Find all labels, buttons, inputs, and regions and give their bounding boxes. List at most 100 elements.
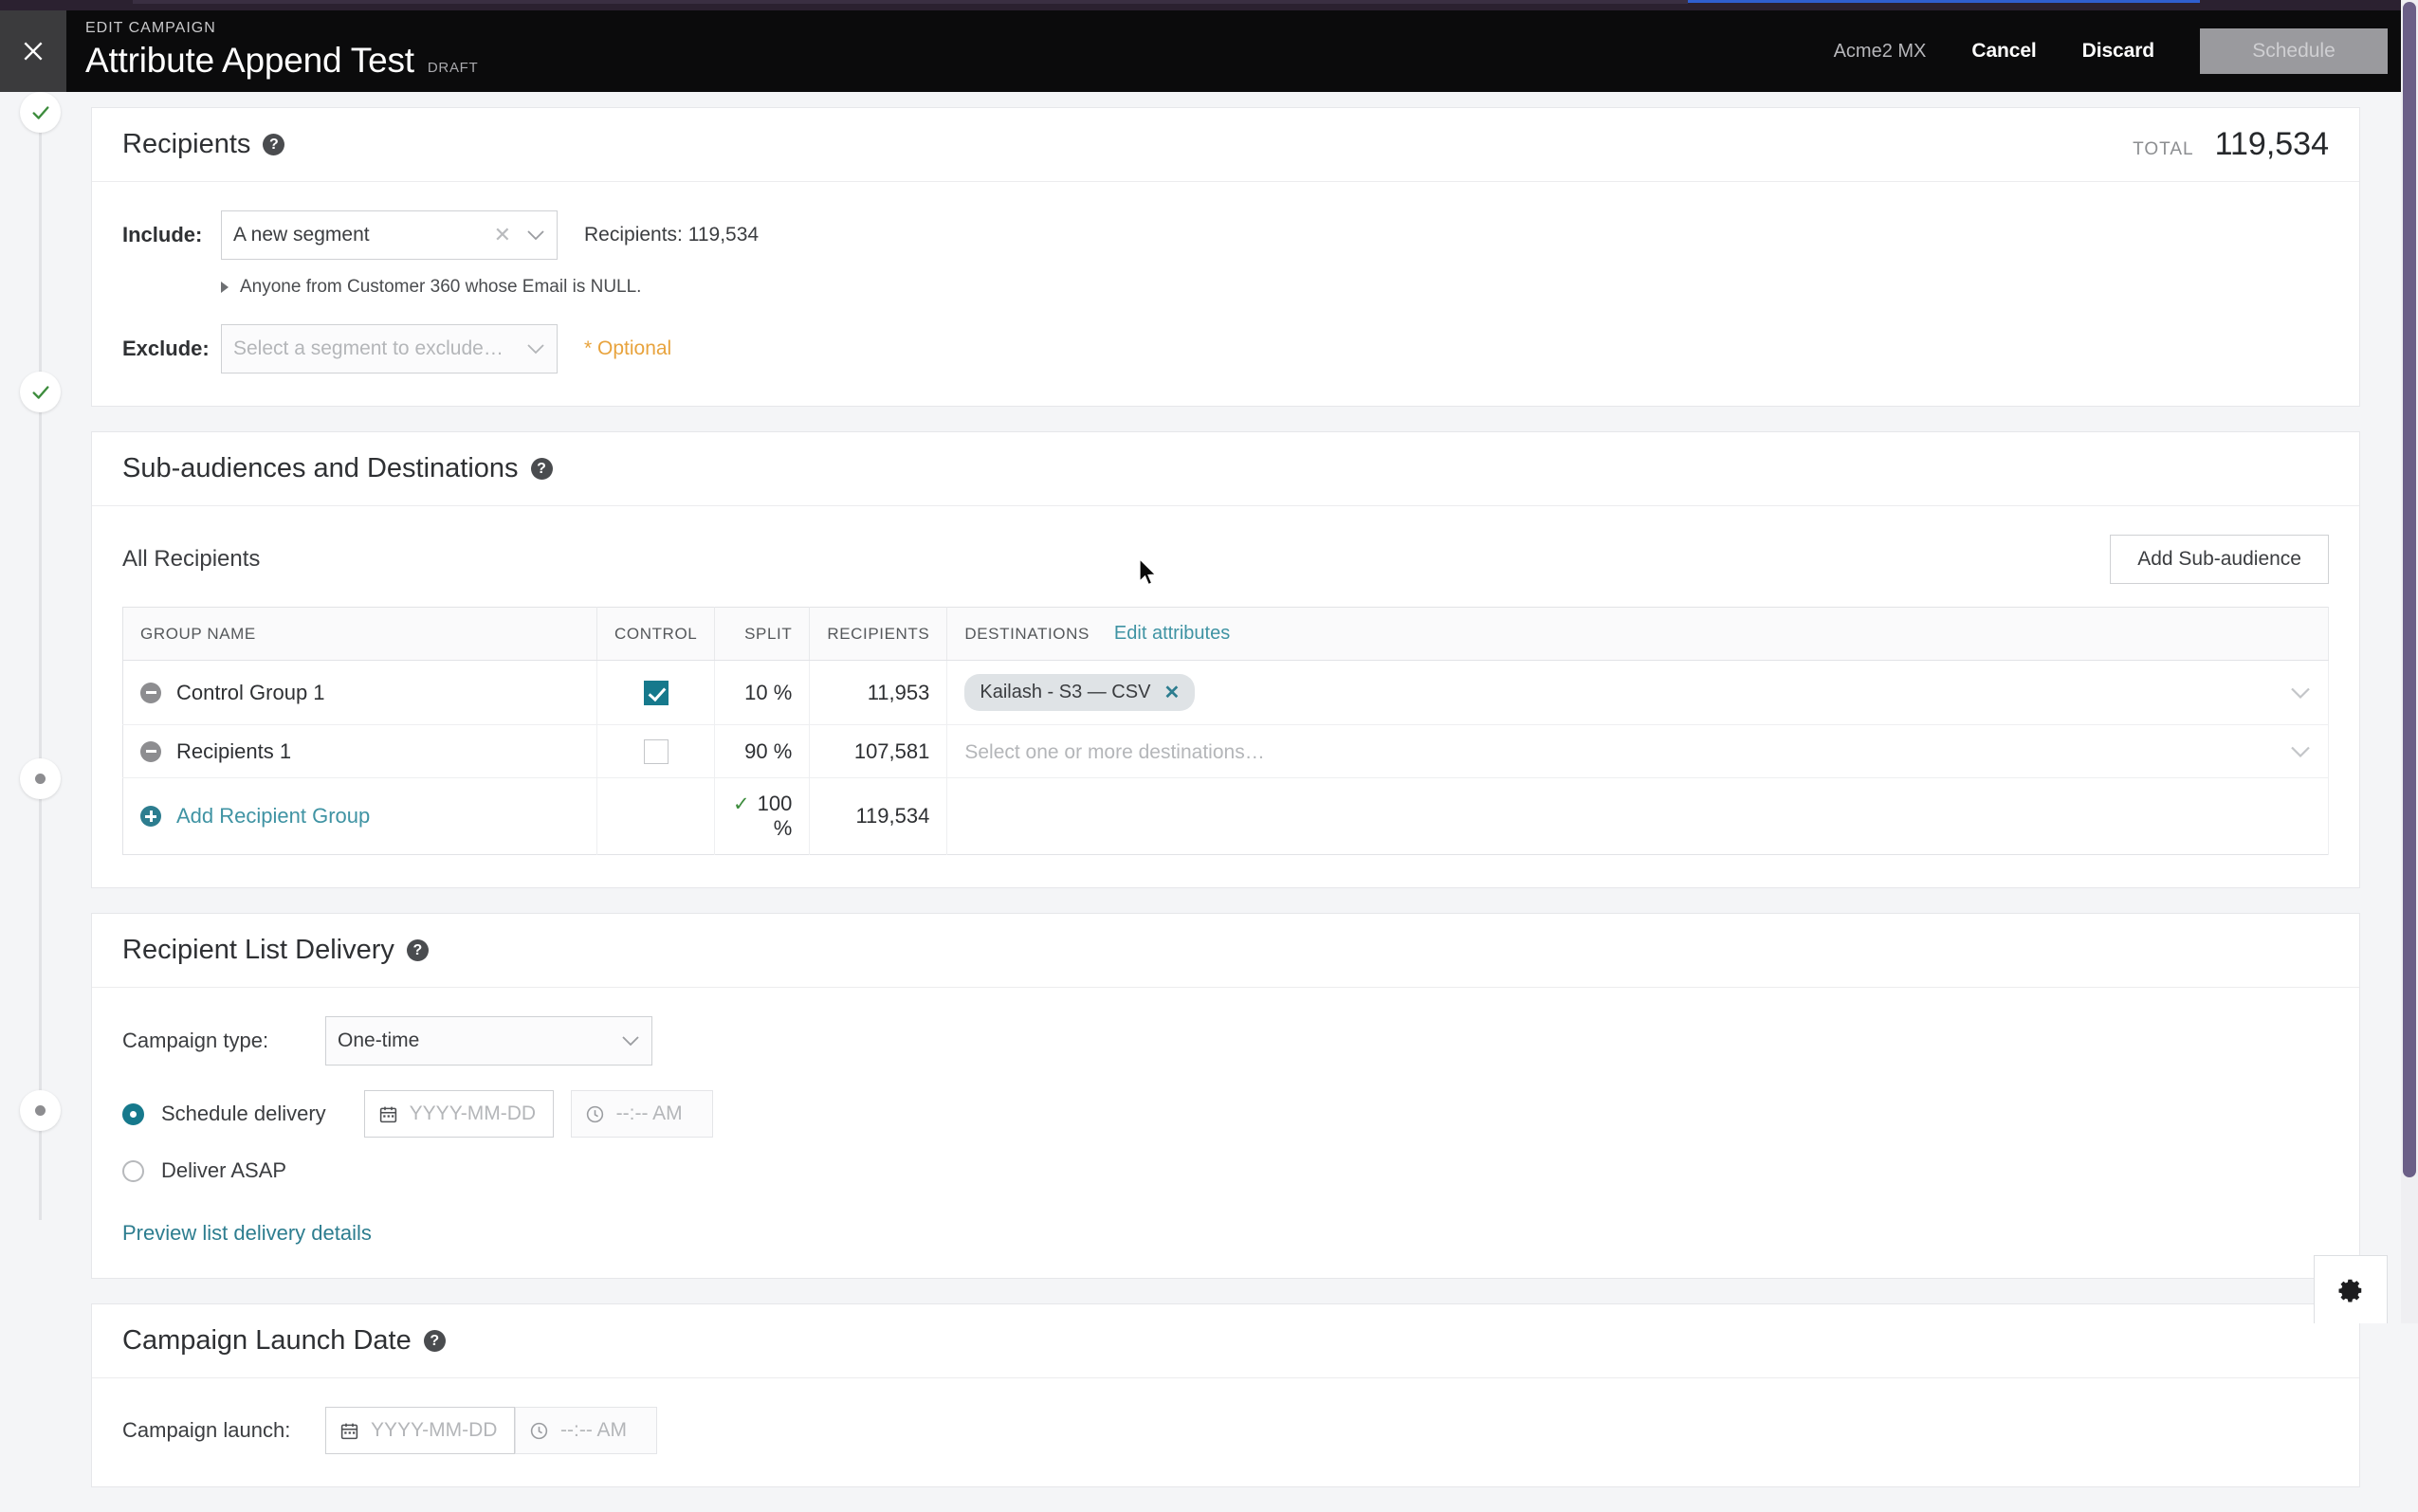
campaign-launch-row: Campaign launch: YYYY-MM-DD: [122, 1407, 2329, 1454]
campaign-title-block: EDIT CAMPAIGN Attribute Append Test DRAF…: [85, 20, 478, 81]
destinations-label: DESTINATIONS: [964, 625, 1090, 644]
row-recipients-cell: 11,953: [810, 661, 947, 725]
add-subaudience-button[interactable]: Add Sub-audience: [2110, 535, 2329, 584]
clear-icon[interactable]: ✕: [494, 223, 511, 247]
destinations-placeholder: Select one or more destinations…: [964, 741, 1264, 763]
control-checkbox[interactable]: [644, 681, 669, 705]
step-indicator-1[interactable]: [20, 92, 61, 133]
deliver-asap-radio[interactable]: [122, 1160, 144, 1182]
close-button[interactable]: [0, 10, 66, 92]
row-destinations-cell[interactable]: Select one or more destinations…: [947, 725, 2329, 778]
exclude-row: Exclude: Select a segment to exclude… * …: [122, 324, 2329, 373]
chevron-down-icon: [526, 229, 545, 241]
launch-card: Campaign Launch Date ? Campaign launch:: [91, 1303, 2360, 1487]
calendar-icon: [378, 1104, 398, 1124]
schedule-date-input[interactable]: YYYY-MM-DD: [364, 1090, 554, 1138]
add-recipient-group-link[interactable]: Add Recipient Group: [176, 804, 370, 829]
include-label: Include:: [122, 223, 221, 247]
include-segment-select[interactable]: A new segment ✕: [221, 210, 558, 260]
launch-card-body: Campaign launch: YYYY-MM-DD: [92, 1378, 2359, 1486]
row-split-cell: 90 %: [715, 725, 810, 778]
subaudiences-card: Sub-audiences and Destinations ? All Rec…: [91, 431, 2360, 888]
main-content: Recipients ? TOTAL 119,534 Include: A ne…: [91, 107, 2360, 1512]
remove-group-icon[interactable]: [140, 683, 161, 703]
step-indicator-4[interactable]: [20, 1090, 61, 1131]
total-value: 119,534: [2215, 126, 2329, 163]
footer-control-cell: [597, 778, 715, 855]
clock-icon: [585, 1104, 605, 1124]
chevron-right-icon[interactable]: [221, 282, 229, 293]
chevron-down-icon: [526, 343, 545, 355]
exclude-segment-placeholder: Select a segment to exclude…: [233, 337, 526, 360]
destination-pill[interactable]: Kailash - S3 — CSV ✕: [964, 674, 1195, 711]
close-icon: [21, 39, 46, 64]
delivery-title: Recipient List Delivery: [122, 935, 394, 966]
remove-group-icon[interactable]: [140, 741, 161, 762]
include-row: Include: A new segment ✕ Recipients: 119…: [122, 210, 2329, 260]
cancel-button[interactable]: Cancel: [1971, 40, 2036, 63]
footer-split-cell: ✓100 %: [715, 778, 810, 855]
table-head: GROUP NAME CONTROL SPLIT RECIPIENTS DEST…: [123, 608, 2329, 661]
delivery-card: Recipient List Delivery ? Campaign type:…: [91, 913, 2360, 1279]
col-header-split: SPLIT: [715, 608, 810, 661]
exclude-segment-select[interactable]: Select a segment to exclude…: [221, 324, 558, 373]
app-header: EDIT CAMPAIGN Attribute Append Test DRAF…: [0, 10, 2418, 92]
schedule-time-input[interactable]: --:-- AM: [571, 1090, 713, 1138]
help-icon[interactable]: ?: [424, 1330, 446, 1352]
launch-time-input[interactable]: --:-- AM: [515, 1407, 657, 1454]
row-control-cell: [597, 725, 715, 778]
browser-tab-highlight: [1688, 0, 2200, 3]
col-header-group: GROUP NAME: [123, 608, 597, 661]
campaign-type-row: Campaign type: One-time: [122, 1016, 2329, 1066]
table-header-row: GROUP NAME CONTROL SPLIT RECIPIENTS DEST…: [123, 608, 2329, 661]
clock-icon: [529, 1421, 549, 1441]
subaudiences-table: GROUP NAME CONTROL SPLIT RECIPIENTS DEST…: [122, 607, 2329, 855]
schedule-button[interactable]: Schedule: [2200, 28, 2388, 74]
schedule-date-placeholder: YYYY-MM-DD: [410, 1102, 536, 1125]
org-name[interactable]: Acme2 MX: [1834, 41, 1927, 63]
schedule-delivery-radio[interactable]: [122, 1103, 144, 1125]
dot-icon: [35, 774, 46, 784]
subaudiences-title-wrap: Sub-audiences and Destinations ?: [122, 453, 553, 484]
campaign-type-select[interactable]: One-time: [325, 1016, 652, 1066]
step-indicator-3[interactable]: [20, 758, 61, 799]
page-scrollbar[interactable]: [2401, 0, 2418, 1323]
scrollbar-thumb[interactable]: [2403, 2, 2416, 1177]
launch-date-placeholder: YYYY-MM-DD: [371, 1419, 497, 1442]
row-destinations-cell[interactable]: Kailash - S3 — CSV ✕: [947, 661, 2329, 725]
footer-recipients-cell: 119,534: [810, 778, 947, 855]
add-group-cell[interactable]: Add Recipient Group: [123, 778, 597, 855]
settings-button[interactable]: [2314, 1255, 2388, 1323]
launch-title: Campaign Launch Date: [122, 1325, 412, 1357]
launch-title-wrap: Campaign Launch Date ?: [122, 1325, 446, 1357]
recipients-title-wrap: Recipients ?: [122, 129, 284, 160]
delivery-title-wrap: Recipient List Delivery ?: [122, 935, 429, 966]
discard-button[interactable]: Discard: [2082, 40, 2154, 63]
campaign-launch-label: Campaign launch:: [122, 1418, 325, 1443]
remove-destination-icon[interactable]: ✕: [1163, 681, 1180, 704]
edit-attributes-link[interactable]: Edit attributes: [1114, 623, 1230, 645]
col-header-recipients: RECIPIENTS: [810, 608, 947, 661]
control-checkbox[interactable]: [644, 739, 669, 764]
launch-date-input[interactable]: YYYY-MM-DD: [325, 1407, 515, 1454]
subaudiences-title: Sub-audiences and Destinations: [122, 453, 519, 484]
help-icon[interactable]: ?: [407, 939, 429, 961]
all-recipients-label: All Recipients: [122, 546, 260, 573]
recipients-card: Recipients ? TOTAL 119,534 Include: A ne…: [91, 107, 2360, 407]
help-icon[interactable]: ?: [531, 458, 553, 480]
segment-description: Anyone from Customer 360 whose Email is …: [240, 277, 641, 298]
table-row: Recipients 1 90 % 107,581 Select one or …: [123, 725, 2329, 778]
row-control-cell: [597, 661, 715, 725]
help-icon[interactable]: ?: [263, 134, 284, 155]
step-indicator-2[interactable]: [20, 372, 61, 412]
total-label: TOTAL: [2133, 139, 2193, 160]
preview-list-delivery-link[interactable]: Preview list delivery details: [122, 1221, 372, 1246]
check-icon: [30, 382, 51, 403]
destination-pill-label: Kailash - S3 — CSV: [980, 682, 1150, 703]
add-icon[interactable]: [140, 806, 161, 827]
status-badge: DRAFT: [428, 60, 479, 76]
chevron-down-icon[interactable]: [2290, 686, 2311, 699]
row-group-name-cell: Control Group 1: [123, 661, 597, 725]
include-recipient-count: Recipients: 119,534: [584, 224, 759, 246]
chevron-down-icon[interactable]: [2290, 745, 2311, 757]
